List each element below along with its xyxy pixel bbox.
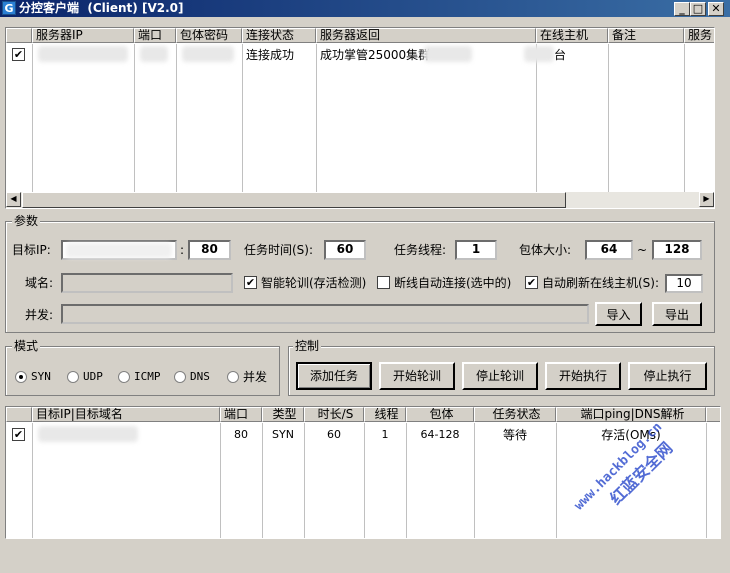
server-col-port[interactable]: 端口 — [134, 28, 176, 43]
mode-radio-syn[interactable] — [15, 371, 27, 383]
smart-poll-label: 智能轮训(存活检测) — [261, 276, 367, 290]
auto-refresh-label: 自动刷新在线主机(S): — [542, 276, 660, 290]
server-col-check[interactable] — [6, 28, 32, 43]
server-col-online[interactable]: 在线主机 — [536, 28, 608, 43]
title-bar: G 分控客户端 (Client) [V2.0] _ □ ✕ — [0, 0, 730, 17]
task-col-type[interactable]: 类型 — [262, 407, 304, 422]
packet-size-label: 包体大小: — [519, 243, 572, 257]
redacted-target-ip — [66, 243, 172, 258]
domain-input[interactable] — [61, 273, 233, 293]
server-col-password[interactable]: 包体密码 — [176, 28, 242, 43]
server-response: 成功掌管25000集群 — [320, 48, 431, 62]
server-col-note[interactable]: 备注 — [608, 28, 684, 43]
task-col-packet[interactable]: 包体 — [406, 407, 474, 422]
mode-label-udp: UDP — [83, 370, 103, 383]
auto-reconnect-label: 断线自动连接(选中的) — [394, 276, 512, 290]
import-button[interactable]: 导入 — [595, 302, 642, 326]
task-col-status[interactable]: 任务状态 — [474, 407, 556, 422]
packet-min-input[interactable]: 64 — [585, 240, 633, 260]
server-list[interactable]: 服务器IP 端口 包体密码 连接状态 服务器返回 在线主机 备注 服务 ✔ 连接… — [5, 27, 715, 209]
server-col-response[interactable]: 服务器返回 — [316, 28, 536, 43]
scroll-thumb[interactable] — [22, 192, 566, 208]
smart-poll-checkbox[interactable]: ✔ — [244, 276, 257, 289]
task-time-label: 任务时间(S): — [244, 243, 314, 257]
task-port: 80 — [234, 428, 248, 441]
minimize-button[interactable]: _ — [674, 2, 690, 16]
threads-label: 任务线程: — [394, 243, 447, 257]
task-col-threads[interactable]: 线程 — [364, 407, 406, 422]
redacted-target — [38, 426, 138, 442]
online-count: 台 — [554, 48, 567, 62]
redacted-online — [524, 46, 554, 62]
mode-label-dns: DNS — [190, 370, 210, 383]
mode-radio-concurrent[interactable] — [227, 371, 239, 383]
maximize-button[interactable]: □ — [690, 2, 706, 16]
task-row-checkbox[interactable]: ✔ — [12, 428, 25, 441]
connection-status: 连接成功 — [246, 48, 295, 62]
auto-reconnect-checkbox[interactable] — [377, 276, 390, 289]
task-list[interactable]: 目标IP|目标域名 端口 类型 时长/S 线程 包体 任务状态 端口ping|D… — [5, 406, 721, 539]
stop-exec-button[interactable]: 停止执行 — [628, 362, 707, 390]
control-group-title: 控制 — [293, 339, 322, 353]
mode-label-syn: SYN — [31, 370, 51, 383]
mode-label-icmp: ICMP — [134, 370, 161, 383]
task-col-ping[interactable]: 端口ping|DNS解析 — [556, 407, 706, 422]
task-type: SYN — [272, 428, 294, 441]
packet-range-tilde: ~ — [637, 243, 648, 257]
start-poll-button[interactable]: 开始轮训 — [379, 362, 455, 390]
server-col-extra[interactable]: 服务 — [684, 28, 714, 43]
port-input[interactable]: 80 — [188, 240, 231, 260]
mode-radio-icmp[interactable] — [118, 371, 130, 383]
task-time-input[interactable]: 60 — [324, 240, 366, 260]
task-ping: 存活(OMs) — [601, 428, 661, 442]
task-threads: 1 — [381, 428, 389, 441]
server-col-ip[interactable]: 服务器IP — [32, 28, 134, 43]
horizontal-scrollbar[interactable]: ◀ ▶ — [6, 192, 714, 208]
row-checkbox[interactable]: ✔ — [12, 48, 25, 61]
task-col-duration[interactable]: 时长/S — [304, 407, 364, 422]
packet-max-input[interactable]: 128 — [652, 240, 702, 260]
auto-refresh-checkbox[interactable]: ✔ — [525, 276, 538, 289]
task-status: 等待 — [502, 428, 527, 442]
concurrent-input[interactable] — [61, 304, 589, 324]
app-icon: G — [2, 1, 16, 15]
task-duration: 60 — [327, 428, 341, 441]
threads-input[interactable]: 1 — [455, 240, 497, 260]
target-ip-label: 目标IP: — [12, 243, 51, 257]
export-button[interactable]: 导出 — [652, 302, 702, 326]
window-title: 分控客户端 (Client) [V2.0] — [19, 1, 184, 15]
server-col-status[interactable]: 连接状态 — [242, 28, 316, 43]
scroll-right-icon[interactable]: ▶ — [699, 192, 714, 207]
concurrent-label: 并发: — [25, 308, 54, 322]
mode-group-title: 模式 — [12, 339, 41, 353]
stop-poll-button[interactable]: 停止轮训 — [462, 362, 538, 390]
task-col-target[interactable]: 目标IP|目标域名 — [32, 407, 220, 422]
params-group-title: 参数 — [12, 214, 41, 228]
auto-refresh-input[interactable]: 10 — [665, 274, 703, 293]
mode-radio-udp[interactable] — [67, 371, 79, 383]
domain-label: 域名: — [25, 276, 54, 290]
redacted-response — [424, 46, 472, 62]
close-button[interactable]: ✕ — [708, 2, 724, 16]
redacted-password — [182, 46, 234, 62]
task-col-extra[interactable] — [706, 407, 720, 422]
start-exec-button[interactable]: 开始执行 — [545, 362, 621, 390]
ip-port-separator: : — [180, 243, 185, 257]
scroll-left-icon[interactable]: ◀ — [6, 192, 21, 207]
mode-label-concurrent: 并发 — [243, 370, 268, 384]
task-col-check[interactable] — [6, 407, 32, 422]
redacted-port — [140, 46, 168, 62]
task-col-port[interactable]: 端口 — [220, 407, 262, 422]
redacted-ip — [38, 46, 128, 62]
mode-radio-dns[interactable] — [174, 371, 186, 383]
add-task-button[interactable]: 添加任务 — [296, 362, 372, 390]
task-packet: 64-128 — [420, 428, 460, 441]
